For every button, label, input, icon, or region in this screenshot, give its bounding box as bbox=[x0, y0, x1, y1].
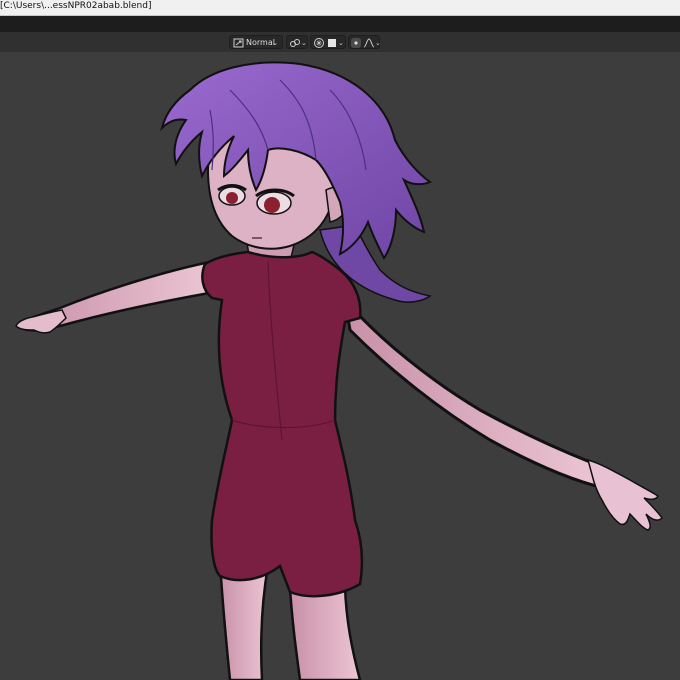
proportional-dot-icon bbox=[351, 38, 361, 48]
character-model[interactable] bbox=[0, 52, 680, 680]
window-titlebar: [C:\Users\...essNPR02abab.blend] bbox=[0, 0, 680, 16]
bodysuit bbox=[201, 250, 364, 598]
chevron-down-icon: ⌄ bbox=[338, 39, 344, 47]
top-menu-bar bbox=[0, 16, 680, 32]
window-title: [C:\Users\...essNPR02abab.blend] bbox=[0, 1, 152, 11]
transform-pivot-select[interactable]: Normal ⌄ bbox=[229, 35, 283, 49]
right-hand bbox=[586, 458, 663, 531]
chevron-down-icon: ⌄ bbox=[301, 39, 307, 47]
viewport-shading-icon bbox=[314, 38, 324, 48]
right-leg bbox=[288, 584, 362, 680]
right-arm bbox=[342, 295, 607, 491]
right-iris bbox=[264, 197, 280, 213]
viewport-shading-button[interactable]: ⌄ bbox=[310, 35, 346, 49]
pivot-icon bbox=[233, 38, 244, 48]
chevron-down-icon: ⌄ bbox=[272, 39, 278, 47]
proportional-editing-button[interactable]: ⌄ bbox=[348, 35, 381, 49]
snap-link-icon bbox=[290, 39, 300, 47]
chevron-down-icon: ⌄ bbox=[375, 39, 381, 47]
transform-pivot-label: Normal bbox=[246, 38, 275, 47]
falloff-curve-icon bbox=[363, 38, 375, 48]
left-iris bbox=[226, 192, 238, 204]
snap-toggle[interactable]: ⌄ bbox=[286, 35, 308, 49]
color-swatch-icon bbox=[328, 39, 336, 47]
